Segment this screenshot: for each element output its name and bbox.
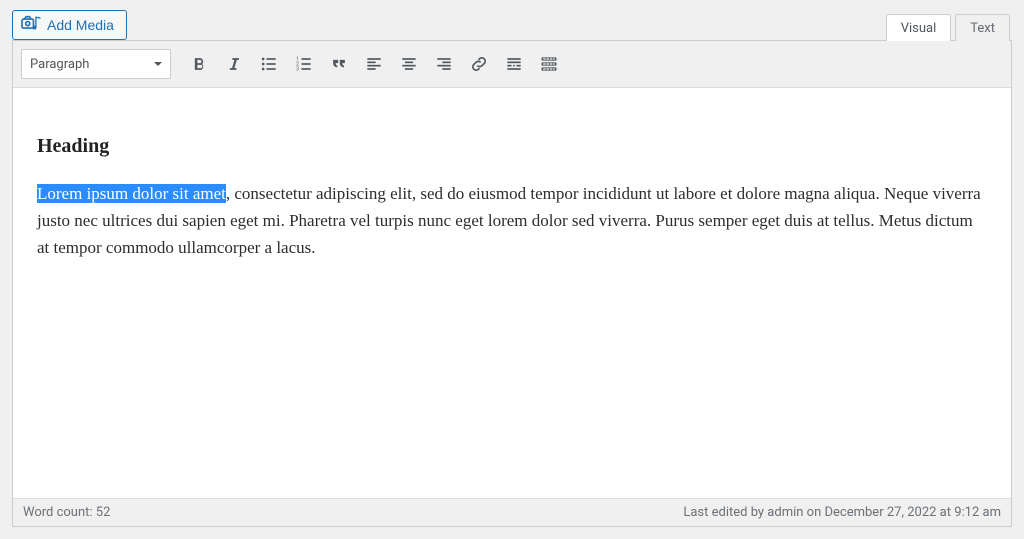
bullet-list-button[interactable]	[254, 50, 284, 78]
read-more-button[interactable]	[499, 50, 529, 78]
status-bar: Word count: 52 Last edited by admin on D…	[13, 498, 1011, 526]
camera-music-icon	[21, 15, 41, 36]
editor-container: Paragraph 123	[12, 40, 1012, 527]
tab-visual[interactable]: Visual	[886, 14, 952, 41]
toolbar-toggle-button[interactable]	[534, 50, 564, 78]
content-paragraph: Lorem ipsum dolor sit amet, consectetur …	[37, 180, 987, 262]
bold-button[interactable]	[184, 50, 214, 78]
italic-button[interactable]	[219, 50, 249, 78]
link-button[interactable]	[464, 50, 494, 78]
format-dropdown-label: Paragraph	[30, 57, 89, 72]
word-count: Word count: 52	[23, 505, 110, 520]
blockquote-button[interactable]	[324, 50, 354, 78]
numbered-list-button[interactable]: 123	[289, 50, 319, 78]
last-edited: Last edited by admin on December 27, 202…	[683, 505, 1001, 520]
align-left-button[interactable]	[359, 50, 389, 78]
format-dropdown[interactable]: Paragraph	[21, 49, 171, 79]
toolbar: Paragraph 123	[13, 41, 1011, 88]
selected-text: Lorem ipsum dolor sit amet	[37, 184, 226, 203]
content-heading: Heading	[37, 130, 987, 162]
svg-text:3: 3	[296, 67, 299, 73]
tab-text[interactable]: Text	[955, 14, 1010, 41]
editor-tabs: Visual Text	[886, 13, 1010, 40]
align-right-button[interactable]	[429, 50, 459, 78]
editor-content[interactable]: Heading Lorem ipsum dolor sit amet, cons…	[13, 88, 1011, 498]
add-media-button[interactable]: Add Media	[12, 10, 127, 40]
align-center-button[interactable]	[394, 50, 424, 78]
add-media-label: Add Media	[47, 17, 114, 33]
